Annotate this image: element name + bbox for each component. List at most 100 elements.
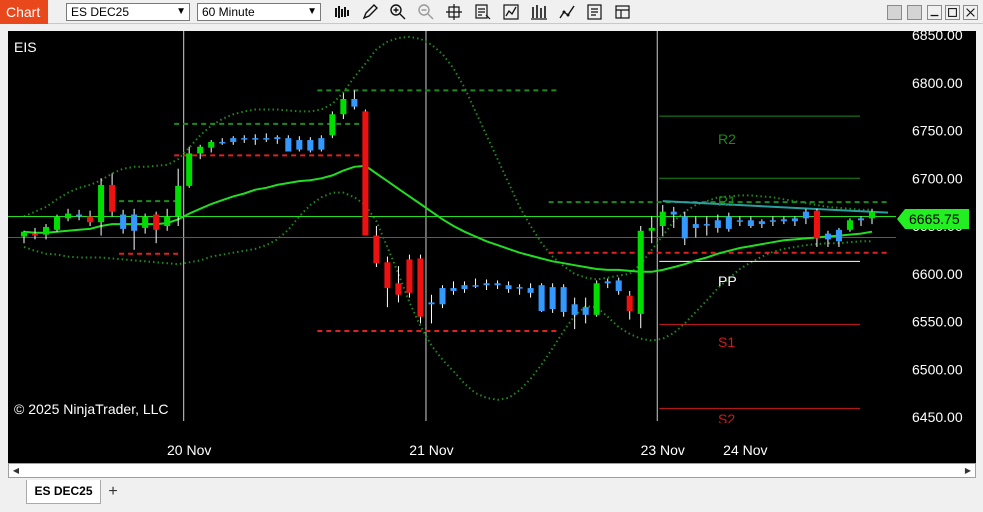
candle-body: [340, 98, 347, 115]
candle-body: [703, 224, 710, 226]
candle-62: [703, 216, 710, 236]
candle-body: [230, 138, 237, 142]
candle-73: [824, 230, 831, 248]
axis-background: [896, 31, 976, 463]
minimize-icon[interactable]: [927, 5, 942, 20]
candle-44: [505, 281, 512, 293]
bar-style-icon[interactable]: [333, 3, 351, 21]
candle-60: [681, 211, 688, 246]
price-chart[interactable]: 6850.006800.006750.006700.006650.006600.…: [8, 31, 976, 463]
candle-24: [285, 135, 292, 152]
x-tick-label: 23 Nov: [641, 442, 685, 458]
candle-20: [241, 135, 248, 143]
instrument-select[interactable]: ES DEC25 ▼: [66, 3, 190, 21]
candle-75: [846, 218, 854, 232]
candle-32: [373, 226, 380, 268]
candle-body: [65, 213, 72, 219]
candle-body: [164, 216, 171, 226]
candle-body: [351, 98, 358, 107]
candle-18: [219, 138, 226, 145]
candle-49: [560, 284, 567, 317]
candle-body: [428, 302, 435, 305]
y-tick-label: 6800.00: [912, 75, 963, 91]
scroll-right-icon[interactable]: ▶: [961, 464, 975, 477]
close-icon[interactable]: [963, 5, 978, 20]
pivot-lines: [659, 115, 889, 409]
candle-26: [307, 137, 314, 153]
candle-body: [274, 137, 281, 140]
strategies-icon[interactable]: [530, 3, 548, 21]
add-tab-button[interactable]: +: [103, 482, 123, 502]
horizontal-scrollbar[interactable]: ◀ ▶: [8, 463, 976, 478]
candle-3: [54, 214, 61, 232]
candle-body: [505, 285, 512, 290]
scroll-left-icon[interactable]: ◀: [9, 464, 23, 477]
candle-body: [769, 220, 776, 222]
data-box-icon[interactable]: [474, 3, 492, 21]
candle-35: [406, 254, 413, 298]
candle-8: [109, 173, 116, 217]
interval-select-value: 60 Minute: [202, 5, 255, 19]
candle-76: [857, 216, 865, 226]
interval-select[interactable]: 60 Minute ▼: [197, 3, 321, 21]
candle-55: [626, 290, 633, 320]
window-gray-button[interactable]: [887, 5, 902, 20]
candle-22: [263, 133, 270, 142]
properties-icon[interactable]: [586, 3, 604, 21]
y-tick-label: 6450.00: [912, 409, 963, 425]
candle-12: [153, 211, 160, 244]
candle-28: [329, 111, 336, 139]
candle-36: [417, 254, 424, 324]
zoom-out-icon[interactable]: [417, 3, 435, 21]
zoom-in-icon[interactable]: [389, 3, 407, 21]
candle-34: [395, 266, 402, 303]
candle-40: [461, 281, 468, 293]
candle-body: [87, 216, 94, 223]
candle-body: [252, 138, 259, 140]
candle-74: [835, 227, 842, 248]
candle-body: [527, 288, 534, 293]
candle-65: [736, 216, 743, 226]
candle-body: [472, 285, 479, 287]
candle-body: [373, 235, 380, 264]
candle-9: [120, 209, 127, 234]
candle-body: [824, 233, 831, 240]
chart-panel[interactable]: 6850.006800.006750.006700.006650.006600.…: [8, 31, 976, 463]
candle-body: [483, 283, 490, 286]
candle-body: [648, 227, 655, 231]
pivot-s2-label: S2: [718, 411, 736, 423]
pencil-draw-icon[interactable]: [361, 3, 379, 21]
window-gray-button-2[interactable]: [907, 5, 922, 20]
candle-15: [186, 146, 193, 188]
candle-body: [758, 221, 765, 225]
crosshair-icon[interactable]: [445, 3, 463, 21]
x-tick-label: 21 Nov: [409, 442, 453, 458]
candle-72: [813, 208, 820, 248]
candle-body: [362, 111, 369, 236]
candle-body: [516, 287, 523, 289]
candle-body: [714, 220, 721, 228]
candle-body: [813, 210, 820, 239]
candle-body: [318, 138, 325, 150]
current-price-value: 6665.75: [909, 211, 960, 227]
indicators-icon[interactable]: [502, 3, 520, 21]
candle-body: [329, 114, 336, 136]
candle-64: [725, 212, 732, 232]
chart-tab-bar: ES DEC25 +: [0, 478, 983, 512]
candle-body: [197, 146, 204, 154]
candles: [20, 90, 876, 330]
chart-menu-button[interactable]: Chart: [0, 0, 48, 24]
maximize-icon[interactable]: [945, 5, 960, 20]
candle-body: [670, 211, 677, 215]
candle-25: [296, 136, 303, 152]
scroll-thumb[interactable]: [23, 465, 961, 476]
candle-body: [615, 280, 622, 291]
y-tick-label: 6700.00: [912, 170, 963, 186]
templates-icon[interactable]: [614, 3, 632, 21]
candle-29: [340, 93, 347, 120]
candle-body: [142, 216, 149, 228]
x-tick-label: 20 Nov: [167, 442, 211, 458]
tab-es-dec25[interactable]: ES DEC25: [26, 480, 101, 504]
current-price-tag: 6665.75: [897, 209, 969, 229]
drawing-tools-icon[interactable]: [558, 3, 576, 21]
